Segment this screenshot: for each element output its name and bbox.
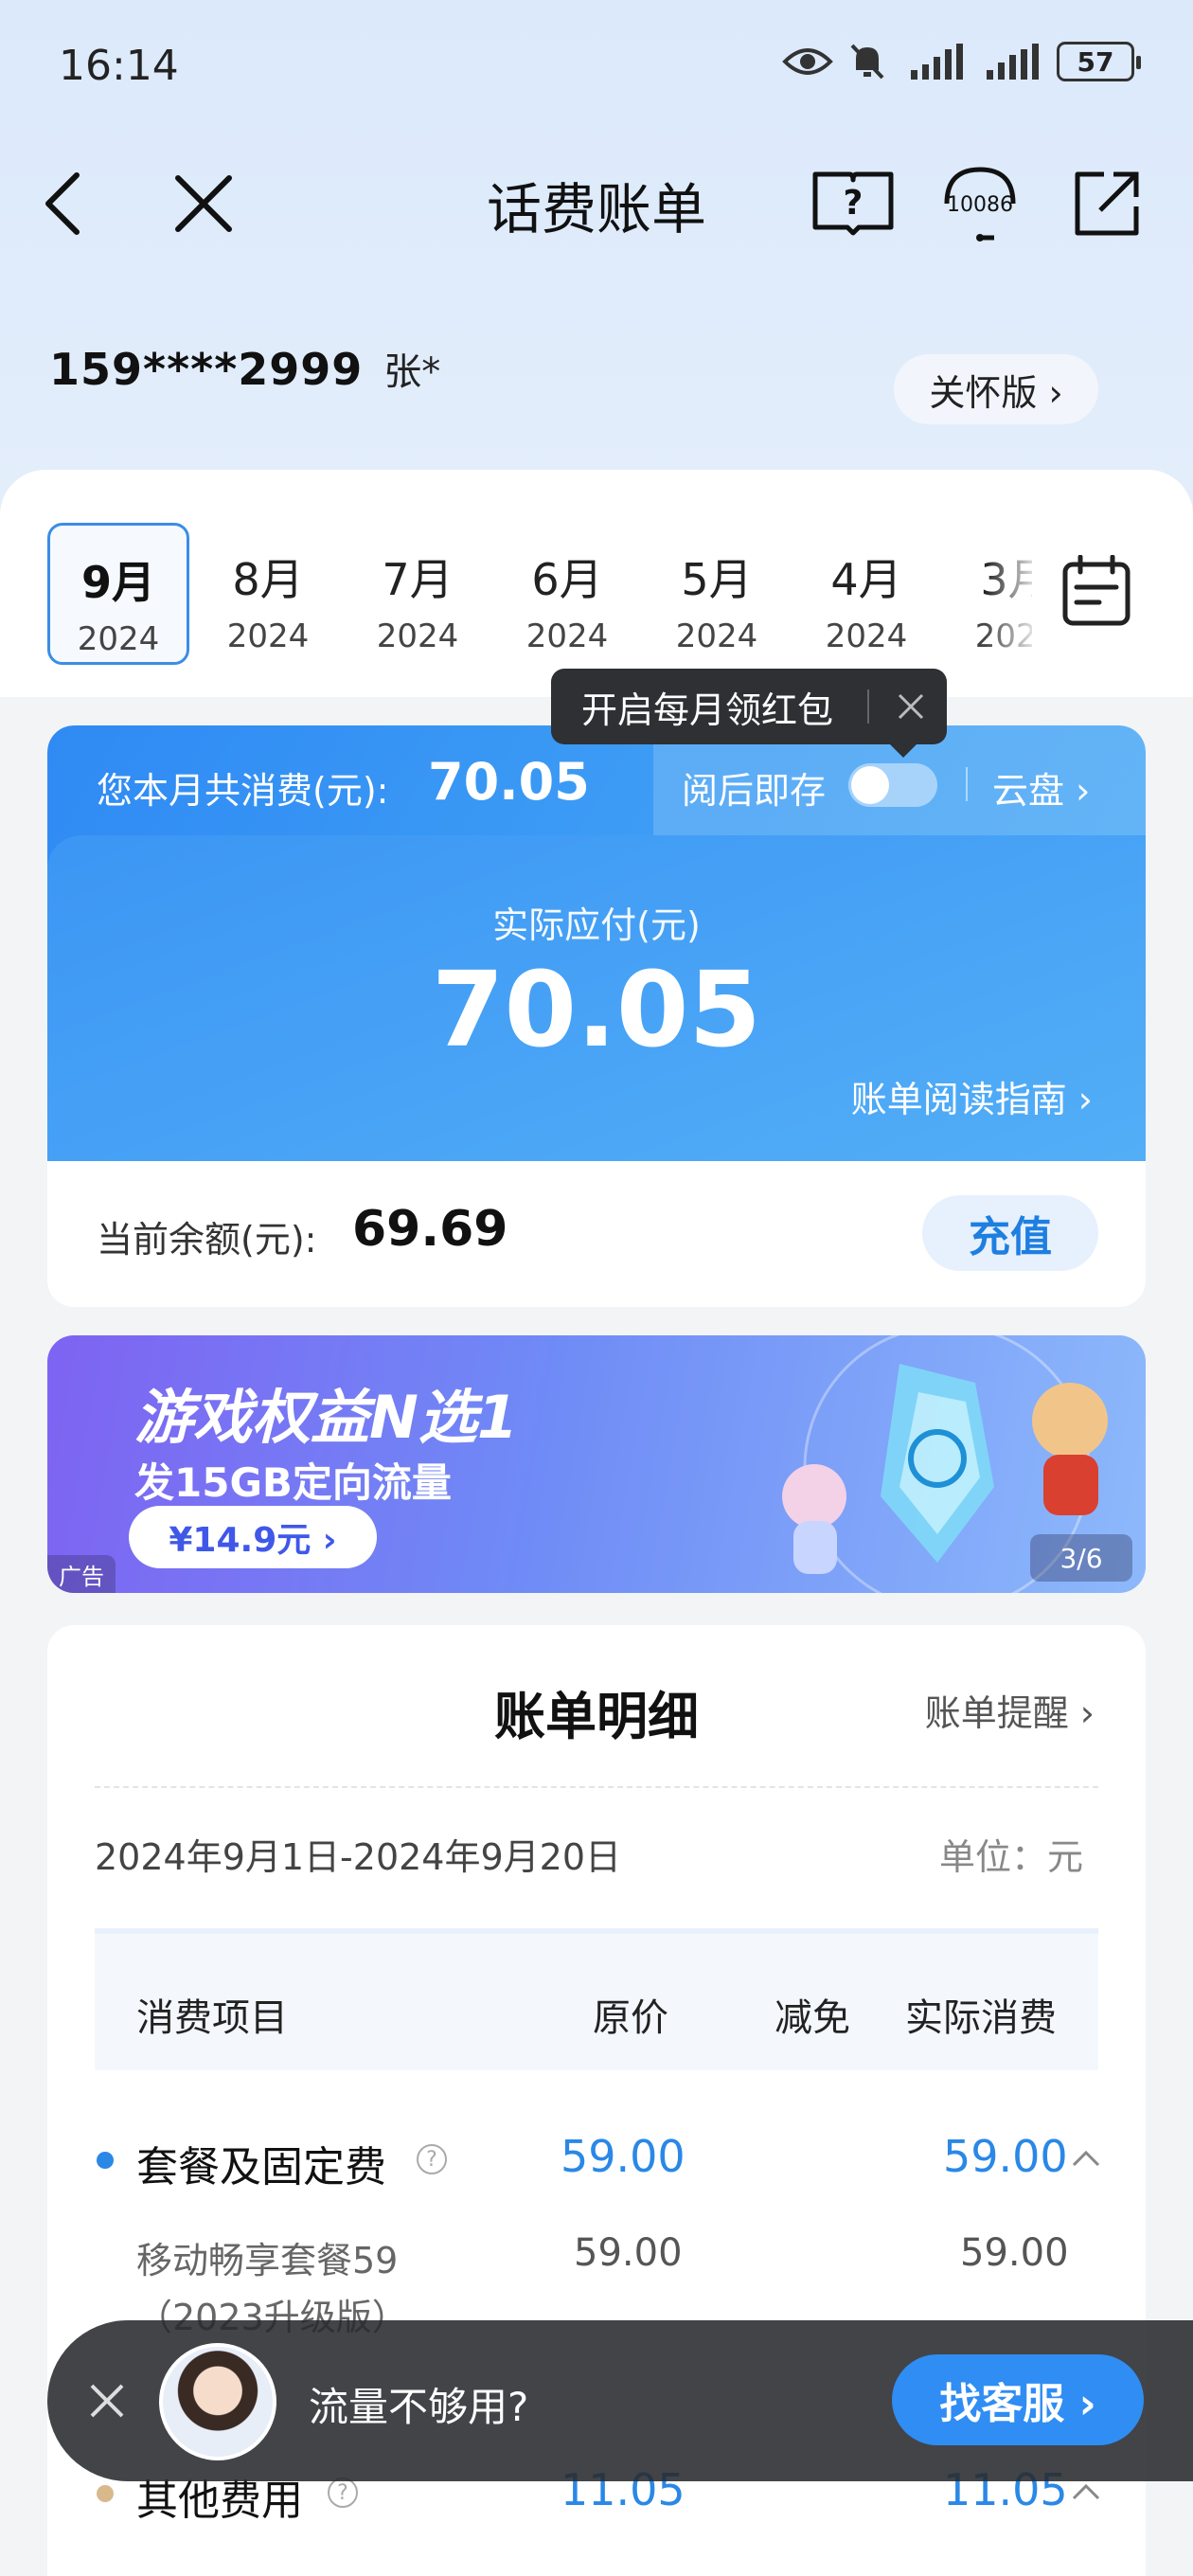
eye-icon (782, 48, 833, 75)
share-button[interactable] (1064, 161, 1149, 246)
month-label: 4月 (830, 554, 902, 605)
row-bullet (97, 2152, 114, 2169)
month-fade (985, 523, 1042, 665)
battery-icon: 57 (1057, 42, 1141, 81)
sub-row-original: 59.00 (574, 2231, 683, 2275)
table-header: 消费项目 原价 减免 实际消费 (95, 1928, 1098, 2070)
battery-level: 57 (1077, 45, 1114, 78)
month-label: 8月 (232, 554, 304, 605)
float-close-button[interactable] (74, 2368, 140, 2434)
row-bullet (97, 2485, 114, 2502)
header-original: 原价 (593, 1996, 668, 2040)
banner-title: 游戏权益N选1 (134, 1383, 519, 1452)
help-icon[interactable]: ? (328, 2478, 358, 2508)
spend-value: 70.05 (428, 752, 590, 812)
unit-label: 单位：元 (938, 1836, 1083, 1878)
promo-banner[interactable]: 游戏权益N选1 发15GB定向流量 ¥14.9元 › 广告 3/6 (47, 1335, 1146, 1593)
mute-bell-icon (850, 44, 884, 80)
tooltip-divider (867, 689, 869, 724)
recharge-button[interactable]: 充值 (922, 1195, 1098, 1271)
year-label: 2024 (675, 617, 758, 655)
close-icon (90, 2384, 124, 2418)
agent-avatar (159, 2343, 276, 2460)
month-label: 6月 (531, 554, 603, 605)
chevron-up-icon[interactable] (1070, 2148, 1102, 2169)
calendar-icon (1062, 555, 1131, 626)
row-actual: 59.00 (943, 2131, 1068, 2182)
divider (966, 767, 968, 801)
summary-panel: 您本月共消费(元): 70.05 阅后即存 云盘 › 实际应付(元) 70.05… (47, 725, 1146, 1161)
save-after-read-toggle[interactable] (848, 763, 937, 807)
find-service-button[interactable]: 找客服 › (892, 2354, 1144, 2445)
help-icon[interactable]: ? (417, 2144, 447, 2174)
month-tab-aug[interactable]: 8月 2024 (197, 523, 339, 665)
year-label: 2024 (376, 617, 459, 655)
bill-summary-card: 您本月共消费(元): 70.05 阅后即存 云盘 › 实际应付(元) 70.05… (47, 725, 1146, 1307)
save-after-read-label: 阅后即存 (682, 770, 827, 812)
amount-due-label: 实际应付(元) (492, 904, 701, 946)
header-discount: 减免 (775, 1996, 850, 2040)
month-tab-sep[interactable]: 9月 2024 (47, 523, 189, 665)
nav-bar: 话费账单 ? 10086 (0, 142, 1193, 265)
tooltip-text: 开启每月领红包 (581, 689, 834, 731)
month-tab-jul[interactable]: 7月 2024 (347, 523, 489, 665)
month-tabs[interactable]: 9月 2024 8月 2024 7月 2024 6月 2024 5月 2024 … (47, 523, 1032, 665)
customer-service-button[interactable]: 10086 (937, 161, 1023, 246)
svg-text:?: ? (844, 184, 864, 223)
signal-icon (911, 44, 963, 80)
year-label: 2024 (825, 617, 908, 655)
help-book-icon: ? (812, 171, 894, 236)
red-packet-tooltip: 开启每月领红包 (551, 669, 947, 758)
month-tab-jun[interactable]: 6月 2024 (496, 523, 638, 665)
float-text: 流量不够用? (309, 2384, 529, 2430)
ad-tag: 广告 (47, 1555, 116, 1593)
month-tab-may[interactable]: 5月 2024 (646, 523, 788, 665)
month-label: 5月 (681, 554, 753, 605)
service-float-bar: 流量不够用? 找客服 › (47, 2320, 1193, 2481)
amount-due-value: 70.05 (432, 949, 761, 1070)
month-tab-apr[interactable]: 4月 2024 (795, 523, 937, 665)
headset-icon: 10086 (944, 167, 1016, 242)
service-number: 10086 (947, 193, 1013, 217)
status-bar: 16:14 57 (0, 0, 1193, 133)
tooltip-close-button[interactable] (882, 678, 939, 735)
month-label: 9月 (80, 557, 155, 608)
care-mode-button[interactable]: 关怀版 › (894, 354, 1098, 424)
sub-row-actual: 59.00 (960, 2231, 1069, 2275)
bill-guide-link[interactable]: 账单阅读指南 › (851, 1070, 1093, 1122)
phone-number: 159****2999 (49, 344, 364, 395)
account-name: 张* (383, 350, 441, 394)
status-time: 16:14 (59, 42, 179, 90)
dashed-divider (95, 1786, 1098, 1788)
chevron-up-icon[interactable] (1070, 2481, 1102, 2502)
close-icon (898, 693, 924, 720)
year-label: 2024 (77, 620, 160, 658)
account-info: 159****2999 张* (49, 341, 440, 396)
signal-icon-2 (987, 44, 1039, 80)
row-label: 套餐及固定费 (136, 2143, 386, 2191)
help-book-button[interactable]: ? (810, 161, 896, 246)
balance-label: 当前余额(元): (97, 1219, 317, 1261)
sub-row-label: 移动畅享套餐59 (136, 2240, 399, 2281)
balance-value: 69.69 (352, 1201, 508, 1258)
banner-page-indicator: 3/6 (1030, 1534, 1132, 1582)
banner-subtitle: 发15GB定向流量 (134, 1459, 452, 1506)
banner-price-button[interactable]: ¥14.9元 › (129, 1506, 377, 1568)
status-icons: 57 (782, 42, 1141, 81)
toggle-knob (851, 766, 889, 804)
header-actual: 实际消费 (905, 1996, 1057, 2040)
share-icon (1075, 171, 1139, 236)
bill-reminder-link[interactable]: 账单提醒 › (925, 1684, 1095, 1736)
spend-label: 您本月共消费(元): (97, 770, 389, 812)
header-item: 消费项目 (136, 1996, 288, 2040)
month-label: 7月 (382, 554, 454, 605)
row-original: 59.00 (561, 2131, 686, 2182)
bill-period: 2024年9月1日-2024年9月20日 (95, 1836, 622, 1878)
year-label: 2024 (226, 617, 310, 655)
calendar-button[interactable] (1051, 546, 1142, 636)
cloud-disk-link[interactable]: 云盘 › (992, 761, 1090, 814)
year-label: 2024 (525, 617, 609, 655)
